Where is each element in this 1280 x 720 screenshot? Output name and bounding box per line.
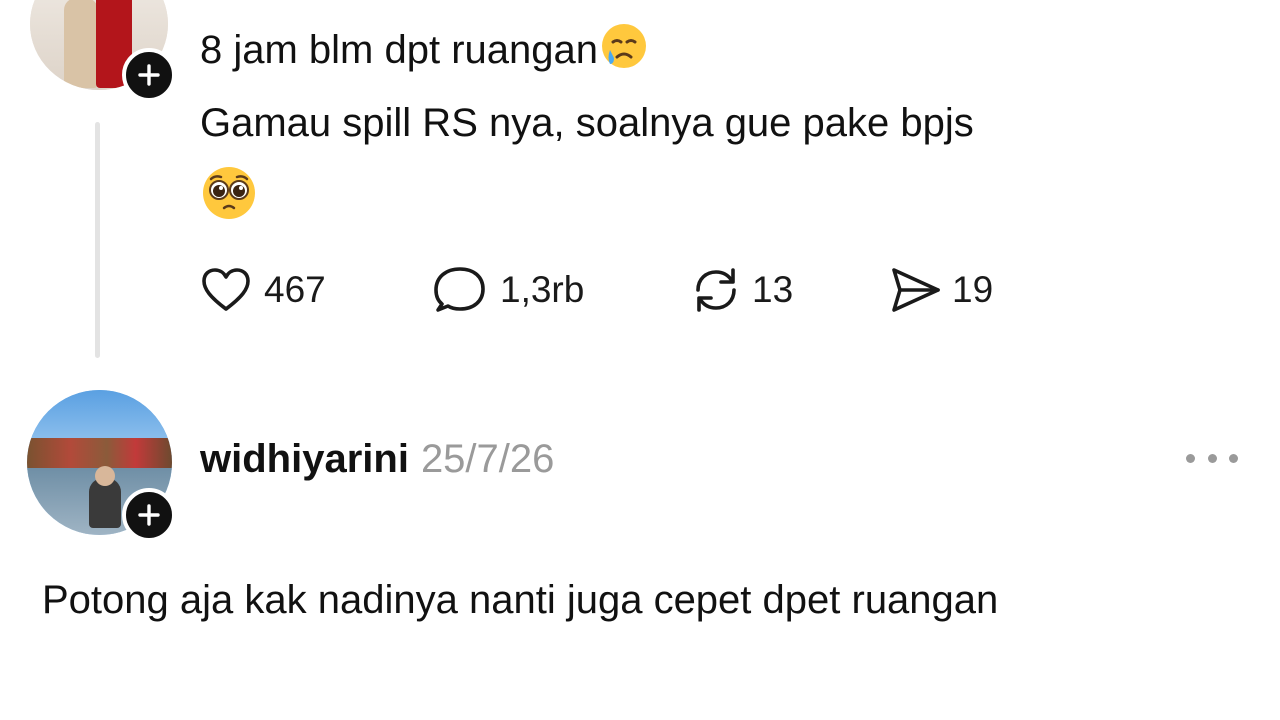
repost-button[interactable]: 13	[688, 262, 793, 318]
comment-bubble-icon	[434, 267, 485, 312]
repost-count: 13	[752, 269, 794, 310]
crying-face-emoji	[598, 20, 650, 85]
comment-button[interactable]: 1,3rb	[432, 262, 584, 318]
post-header: widhiyarini 25/7/26	[200, 433, 554, 485]
post-text: Gamau spill RS nya, soalnya gue pake bpj…	[200, 101, 974, 145]
pleading-face-emoji	[200, 164, 258, 227]
send-icon	[892, 268, 940, 312]
like-button[interactable]: 467	[200, 262, 326, 318]
repost-icon	[696, 268, 736, 312]
username-link[interactable]: widhiyarini	[200, 437, 409, 481]
share-button[interactable]: 19	[888, 262, 993, 318]
like-count: 467	[264, 269, 326, 310]
more-dot	[1207, 453, 1217, 463]
follow-plus-button[interactable]	[122, 48, 176, 102]
timestamp: 25/7/26	[420, 437, 555, 481]
plus-icon	[138, 504, 160, 526]
plus-icon	[138, 64, 160, 86]
threads-page: 8 jam blm dpt ruangan Gamau spill RS nya…	[0, 0, 1280, 720]
follow-plus-button[interactable]	[122, 488, 176, 542]
heart-icon	[202, 268, 250, 311]
more-dot	[1186, 453, 1195, 463]
more-options-button[interactable]	[1186, 448, 1238, 468]
post-text: Potong aja kak nadinya nanti juga cepet …	[42, 578, 999, 622]
more-dot	[1229, 453, 1238, 463]
post-text-line: 8 jam blm dpt ruangan	[200, 20, 650, 85]
share-count: 19	[952, 269, 994, 310]
thread-line	[95, 122, 100, 358]
post-text: 8 jam blm dpt ruangan	[200, 28, 599, 73]
comment-count: 1,3rb	[500, 269, 585, 310]
